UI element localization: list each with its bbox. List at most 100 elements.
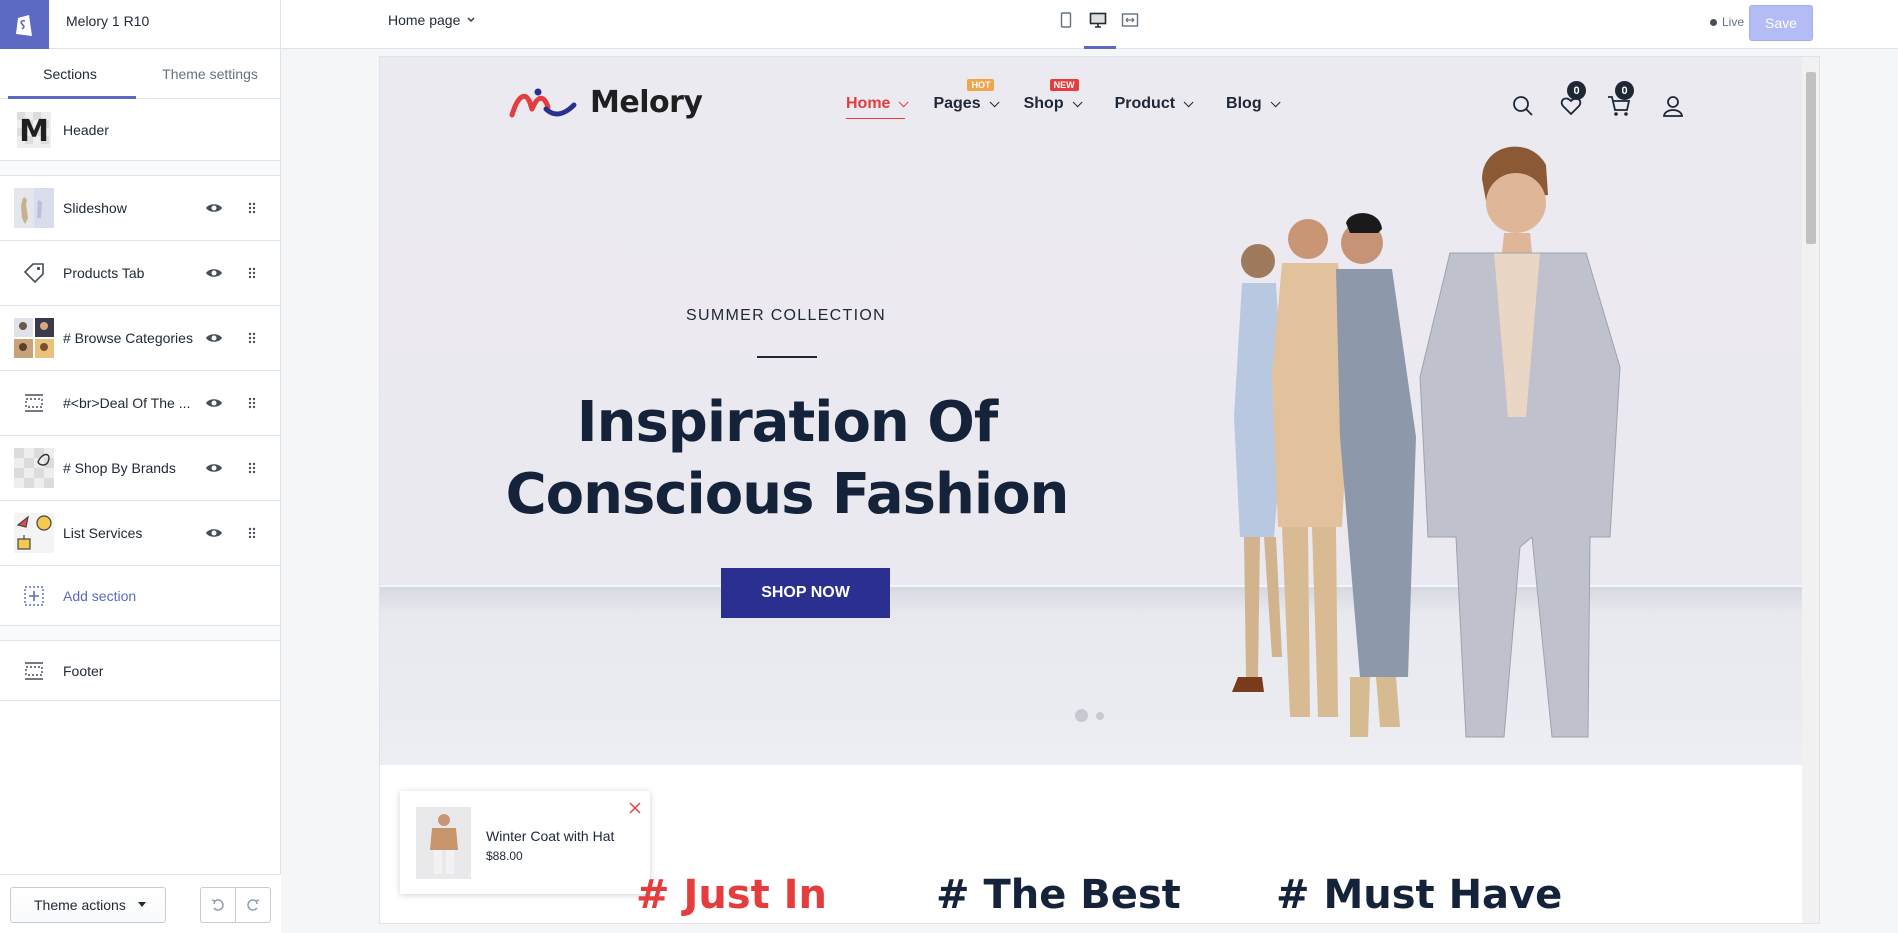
visibility-eye-icon[interactable] [203, 522, 225, 544]
drag-handle-icon[interactable] [245, 392, 259, 414]
layout-icon [14, 383, 54, 423]
redo-icon[interactable] [236, 888, 270, 922]
tag-icon [14, 253, 54, 293]
chevron-down-icon [1072, 96, 1083, 107]
slide-dot[interactable] [1096, 711, 1104, 720]
hero-slideshow: Melory Home HOT Pages NEW Shop Product B… [380, 57, 1802, 765]
section-label: Products Tab [63, 265, 145, 281]
theme-actions-label: Theme actions [34, 897, 126, 913]
cart-icon[interactable]: 0 [1606, 81, 1634, 119]
nav-label: Pages [933, 95, 981, 112]
slideshow-thumb-icon [14, 188, 54, 228]
device-switcher [1055, 9, 1141, 31]
visibility-eye-icon[interactable] [203, 327, 225, 349]
theme-actions-button[interactable]: Theme actions [10, 887, 166, 923]
section-deal-of-the-day[interactable]: #<br>Deal Of The ... [0, 371, 280, 436]
shop-now-button[interactable]: SHOP NOW [721, 568, 890, 618]
services-thumb-icon [14, 513, 54, 553]
header-icons: 0 0 [1510, 81, 1686, 119]
close-icon[interactable] [628, 801, 642, 815]
nav-shop[interactable]: NEW Shop [1023, 79, 1083, 113]
section-label: Slideshow [63, 200, 127, 216]
scrollbar-thumb[interactable] [1806, 72, 1816, 244]
hero-subtitle: SUMMER COLLECTION [686, 307, 886, 324]
page-selector[interactable]: Home page [388, 12, 476, 28]
slide-dot-active[interactable] [1075, 709, 1088, 722]
drag-handle-icon[interactable] [245, 327, 259, 349]
hero-models-image [1232, 146, 1621, 738]
tab-theme-settings[interactable]: Theme settings [140, 49, 280, 98]
add-section-button[interactable]: Add section [0, 566, 280, 626]
caret-down-icon [137, 902, 146, 907]
sidebar-tabs: Sections Theme settings [0, 49, 280, 99]
store-logo[interactable]: Melory [508, 85, 703, 120]
section-label: # Shop By Brands [63, 460, 176, 476]
section-shop-by-brands[interactable]: # Shop By Brands [0, 436, 280, 501]
section-label: List Services [63, 525, 143, 541]
visibility-eye-icon[interactable] [203, 262, 225, 284]
wishlist-heart-icon[interactable]: 0 [1558, 81, 1586, 119]
new-badge: NEW [1049, 79, 1079, 91]
tab-must-have[interactable]: # Must Have [1276, 872, 1562, 918]
fullscreen-view-icon[interactable] [1119, 9, 1141, 31]
section-label: Header [63, 121, 109, 138]
nav-blog[interactable]: Blog [1226, 95, 1281, 113]
recent-sale-popup[interactable]: Winter Coat with Hat $88.00 [400, 791, 650, 894]
categories-thumb-icon [14, 318, 54, 358]
product-tab-headings: # Just In # The Best # Must Have [636, 872, 1562, 918]
nav-pages[interactable]: HOT Pages [933, 79, 1000, 113]
section-footer[interactable]: Footer [0, 641, 280, 701]
sidebar-footer: Theme actions [0, 874, 281, 933]
hero-title-line2: Conscious Fashion [505, 462, 1070, 527]
desktop-view-icon[interactable] [1087, 9, 1109, 31]
storefront-preview: Melory Home HOT Pages NEW Shop Product B… [380, 57, 1819, 923]
wishlist-count: 0 [1567, 81, 1586, 100]
hot-badge: HOT [967, 79, 995, 91]
section-slideshow[interactable]: Slideshow [0, 176, 280, 241]
mobile-view-icon[interactable] [1055, 9, 1077, 31]
save-button[interactable]: Save [1749, 5, 1813, 41]
nav-label: Product [1114, 95, 1176, 112]
visibility-eye-icon[interactable] [203, 197, 225, 219]
section-list-services[interactable]: List Services [0, 501, 280, 566]
nav-label: Home [846, 95, 891, 112]
nav-product[interactable]: Product [1114, 95, 1194, 113]
search-icon[interactable] [1510, 93, 1536, 119]
chevron-down-icon [899, 96, 910, 107]
cart-count: 0 [1615, 81, 1634, 100]
page-selector-label: Home page [388, 12, 461, 28]
nav-label: Shop [1023, 95, 1064, 112]
section-browse-categories[interactable]: # Browse Categories [0, 306, 280, 371]
live-status-label: Live [1722, 15, 1745, 29]
store-brand-name: Melory [590, 85, 703, 120]
undo-icon[interactable] [201, 888, 236, 922]
device-active-indicator [1084, 46, 1116, 49]
section-label: Footer [63, 662, 104, 679]
drag-handle-icon[interactable] [245, 457, 259, 479]
hero-divider [757, 356, 817, 358]
shopify-logo-icon[interactable] [0, 0, 49, 49]
tab-sections[interactable]: Sections [0, 49, 140, 98]
editor-topbar: Melory 1 R10 Home page Live Save [0, 0, 1898, 49]
add-section-label: Add section [63, 587, 137, 604]
account-user-icon[interactable] [1660, 93, 1686, 119]
popup-product-name: Winter Coat with Hat [486, 828, 615, 844]
visibility-eye-icon[interactable] [203, 457, 225, 479]
drag-handle-icon[interactable] [245, 522, 259, 544]
popup-product-image [416, 807, 471, 879]
shop-name: Melory 1 R10 [66, 13, 150, 29]
drag-handle-icon[interactable] [245, 262, 259, 284]
tab-the-best[interactable]: # The Best [936, 872, 1276, 918]
visibility-eye-icon[interactable] [203, 392, 225, 414]
section-header[interactable]: M Header [0, 99, 280, 161]
drag-handle-icon[interactable] [245, 197, 259, 219]
sidebar: Sections Theme settings M Header Slidesh… [0, 49, 281, 933]
section-label: # Browse Categories [63, 330, 193, 346]
live-dot-icon [1710, 18, 1717, 26]
section-products-tab[interactable]: Products Tab [0, 241, 280, 306]
live-status: Live [1710, 15, 1744, 29]
brands-thumb-icon [14, 448, 54, 488]
preview-scrollbar[interactable] [1802, 57, 1819, 923]
nav-home[interactable]: Home [846, 95, 910, 119]
tab-just-in[interactable]: # Just In [636, 872, 936, 918]
